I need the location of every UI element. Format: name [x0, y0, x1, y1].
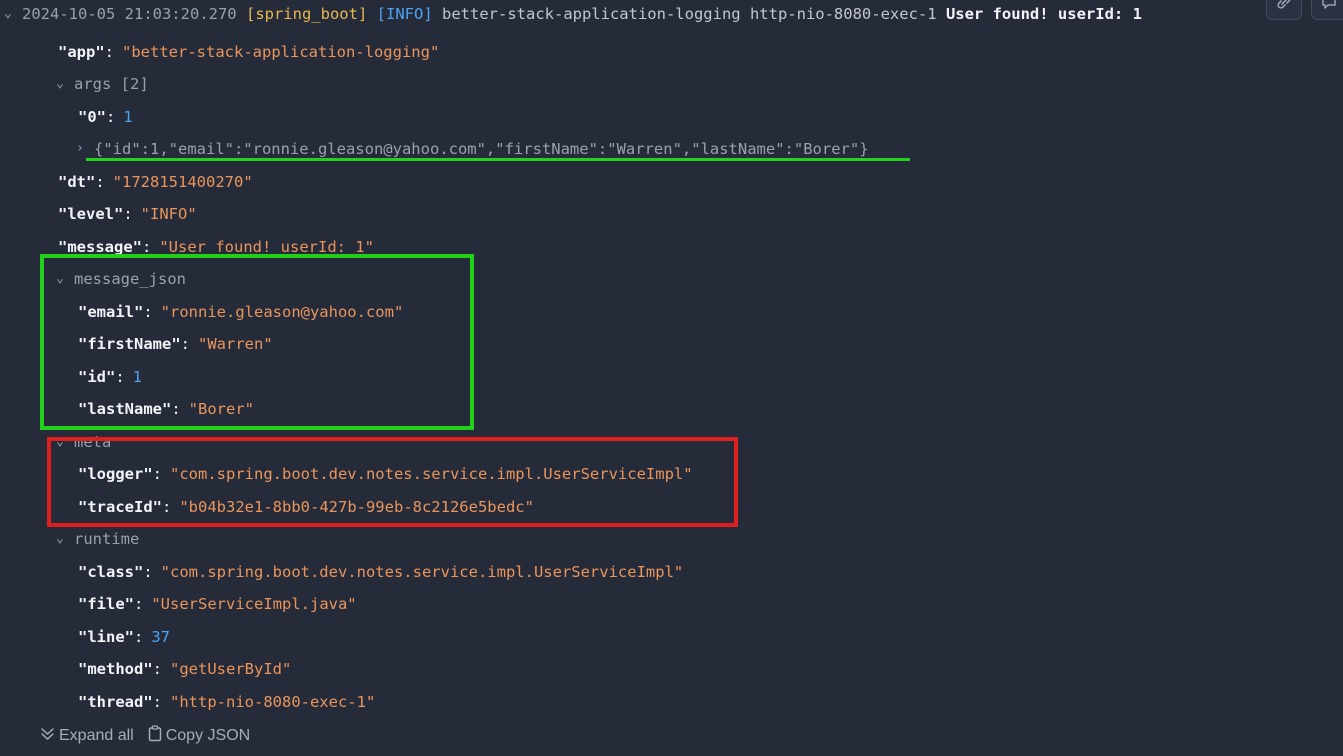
chevron-down-icon[interactable]: ⌄: [4, 2, 22, 26]
field-class: "class": "com.spring.boot.dev.notes.servi…: [78, 560, 683, 584]
expand-all-label: Expand all: [59, 727, 134, 744]
field-value: "getUserById": [170, 660, 292, 678]
field-method: "method": "getUserById": [78, 657, 291, 681]
field-value: "UserServiceImpl.java": [151, 595, 357, 613]
field-thread: "thread": "http-nio-8080-exec-1": [78, 690, 375, 714]
level-tag: [INFO]: [376, 5, 433, 23]
field-level: "level": "INFO": [58, 202, 197, 226]
expand-all-button[interactable]: Expand all: [40, 726, 134, 746]
field-key: "method": [78, 660, 153, 678]
highlight-box-red: [47, 437, 738, 527]
copy-json-button[interactable]: Copy JSON: [148, 725, 250, 747]
field-key: "level": [58, 205, 124, 223]
comment-button[interactable]: [1311, 0, 1343, 20]
comment-icon: [1320, 0, 1338, 15]
group-args[interactable]: ⌄ args [2]: [56, 72, 149, 96]
field-key: "app": [58, 43, 105, 61]
log-message: User found! userId: 1: [945, 5, 1142, 23]
field-value: 37: [151, 628, 171, 646]
log-source: better-stack-application-logging http-ni…: [442, 5, 937, 23]
group-runtime[interactable]: ⌄ runtime: [56, 527, 139, 551]
field-value: "1728151400270": [112, 173, 253, 191]
field-app: "app": "better-stack-application-logging": [58, 40, 439, 64]
field-key: "class": [78, 563, 144, 581]
field-value: "INFO": [140, 205, 197, 223]
field-key: "0": [78, 108, 106, 126]
highlight-box-green: [40, 254, 474, 430]
group-label: args [2]: [74, 75, 149, 93]
field-key: "file": [78, 595, 134, 613]
chevron-down-icon[interactable]: ⌄: [56, 527, 74, 551]
field-value: "com.spring.boot.dev.notes.service.impl.…: [160, 563, 684, 581]
group-label: runtime: [74, 530, 140, 548]
field-value: "better-stack-application-logging": [122, 43, 440, 61]
field-args-0: "0":1: [78, 105, 133, 129]
link-icon: [1275, 0, 1293, 15]
field-value: 1: [123, 108, 133, 126]
field-line: "line":37: [78, 625, 170, 649]
field-key: "dt": [58, 173, 96, 191]
entry-footer: Expand all Copy JSON: [40, 724, 250, 748]
field-value: "http-nio-8080-exec-1": [170, 693, 376, 711]
highlight-underline: [86, 158, 910, 161]
field-key: "thread": [78, 693, 153, 711]
field-file: "file": "UserServiceImpl.java": [78, 592, 357, 616]
field-dt: "dt": "1728151400270": [58, 170, 253, 194]
field-key: "line": [78, 628, 134, 646]
log-timestamp: 2024-10-05 21:03:20.270: [22, 5, 237, 23]
double-chevron-down-icon: [40, 726, 55, 746]
clipboard-icon: [148, 725, 162, 747]
copy-json-label: Copy JSON: [165, 727, 251, 744]
app-tag: [spring_boot]: [245, 5, 368, 23]
log-entry-header[interactable]: ⌄ 2024-10-05 21:03:20.270 [spring_boot] …: [4, 2, 1142, 26]
chevron-down-icon[interactable]: ⌄: [56, 72, 74, 96]
copy-link-button[interactable]: [1266, 0, 1302, 20]
